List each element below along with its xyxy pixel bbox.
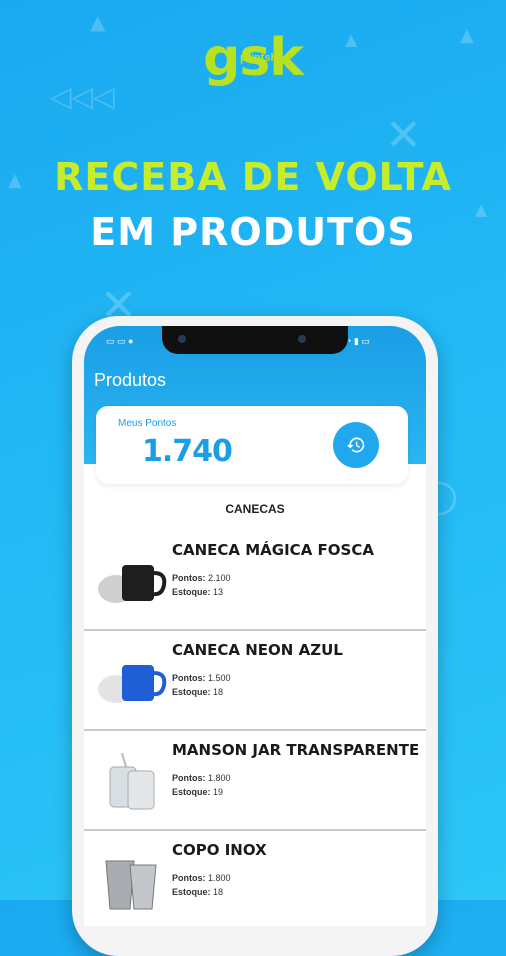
product-stock: Estoque: 18 (172, 687, 224, 697)
logo-subtext: printshop (240, 52, 291, 64)
camera-icon (178, 335, 186, 343)
points-label: Meus Pontos (118, 418, 177, 429)
product-name: MANSON JAR TRANSPARENTE (172, 741, 420, 759)
page-title: Produtos (94, 370, 167, 390)
product-item[interactable]: COPO INOX Pontos: 1.800 Estoque: 18 (84, 831, 426, 926)
points-card: Meus Pontos 1.740 (96, 406, 408, 484)
status-icons-right: ◔ ▮ ▭ (346, 336, 370, 346)
history-icon (346, 437, 365, 453)
status-icons-left: ▭ ▭ ● (106, 336, 134, 346)
product-item[interactable]: CANECA MÁGICA FOSCA Pontos: 2.100 Estoqu… (84, 531, 426, 631)
product-stock: Estoque: 19 (172, 787, 224, 797)
product-name: CANECA MÁGICA FOSCA (172, 541, 374, 559)
history-button[interactable] (333, 422, 379, 468)
headline-line1: RECEBA DE VOLTA (54, 155, 452, 199)
product-points: Pontos: 1.800 (172, 873, 231, 883)
tumbler-icon (105, 860, 157, 910)
product-name: COPO INOX (172, 841, 267, 859)
phone-notch (162, 326, 348, 354)
jar-icon (109, 753, 155, 810)
points-value: 1.740 (142, 434, 233, 469)
product-points: Pontos: 2.100 (172, 573, 231, 583)
product-points: Pontos: 1.800 (172, 773, 231, 783)
category-title: CANECAS (225, 502, 285, 516)
camera-icon (298, 335, 306, 343)
product-stock: Estoque: 13 (172, 587, 224, 597)
decor-x-icon: ✕ (385, 110, 422, 161)
phone-screen: ▭ ▭ ● ◔ ▮ ▭ Produtos Meus Pontos 1.740 C… (84, 326, 426, 926)
product-item[interactable]: MANSON JAR TRANSPARENTE Pontos: 1.800 Es… (84, 731, 426, 831)
mug-icon (98, 665, 167, 703)
product-points: Pontos: 1.500 (172, 673, 231, 683)
headline-line2: EM PRODUTOS (90, 210, 416, 254)
product-item[interactable]: CANECA NEON AZUL Pontos: 1.500 Estoque: … (84, 631, 426, 731)
product-name: CANECA NEON AZUL (172, 641, 343, 659)
product-list: CANECA MÁGICA FOSCA Pontos: 2.100 Estoqu… (84, 531, 426, 926)
product-stock: Estoque: 18 (172, 887, 224, 897)
mug-icon (98, 565, 167, 603)
